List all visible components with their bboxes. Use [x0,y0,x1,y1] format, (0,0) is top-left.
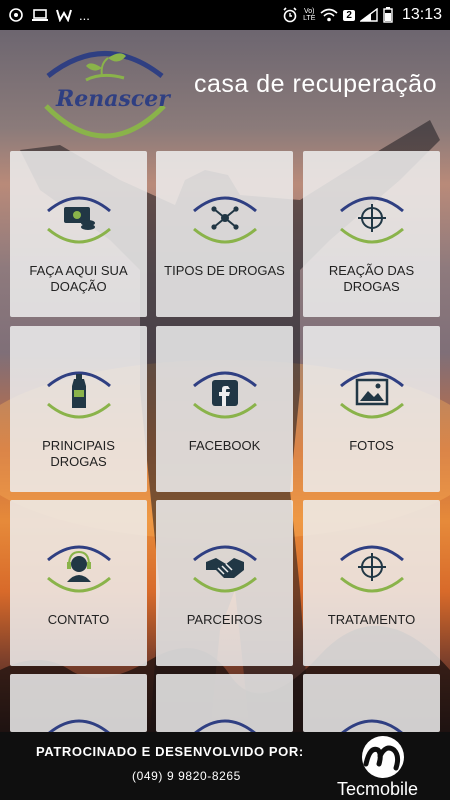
tile-partial-2[interactable] [156,674,293,732]
app-header: Renascer casa de recuperação [0,30,450,142]
bottle-icon [47,371,111,419]
blank-arc-icon [341,719,403,732]
tile-partial-1[interactable] [10,674,147,732]
tile-parceiros[interactable]: PARCEIROS [156,500,293,666]
crosshair-icon [340,196,404,244]
logo-text: Renascer [56,86,170,112]
battery-icon [383,7,393,23]
alarm-icon [283,7,297,23]
tile-label: FOTOS [349,438,394,453]
clock: 13:13 [401,6,442,23]
tile-tratamento[interactable]: TRATAMENTO [303,500,440,666]
tile-fotos[interactable]: FOTOS [303,326,440,492]
tile-contato[interactable]: CONTATO [10,500,147,666]
crosshair-icon [340,545,404,593]
sync-icon [9,8,23,22]
tile-partial-3[interactable] [303,674,440,732]
handshake-icon [193,545,257,593]
tile-label: REAÇÃO DAS DROGAS [328,263,415,294]
tile-tipos-de-drogas[interactable]: TIPOS DE DROGAS [156,151,293,317]
sponsor-footer: PATROCINADO E DESENVOLVIDO POR: (049) 9 … [0,732,450,800]
tile-label: PRINCIPAIS DROGAS [42,438,115,469]
sponsor-phone[interactable]: (049) 9 9820-8265 [132,769,241,783]
money-icon [47,196,111,244]
volte-label: Vo) [303,8,315,15]
laptop-icon [32,9,48,21]
tile-doacao[interactable]: FAÇA AQUI SUA DOAÇÃO [10,151,147,317]
tile-label: TIPOS DE DROGAS [164,263,285,278]
w-logo-icon [56,9,72,22]
tecmobile-logo-icon [362,736,404,778]
status-bar: ... Vo) LTE 2 13:13 [0,0,450,30]
tile-label: FAÇA AQUI SUA DOAÇÃO [29,263,128,294]
tile-facebook[interactable]: FACEBOOK [156,326,293,492]
tile-label: FACEBOOK [188,438,261,453]
facebook-icon [193,371,257,419]
tile-principais-drogas[interactable]: PRINCIPAIS DROGAS [10,326,147,492]
headset-icon [47,545,111,593]
wifi-icon [320,8,338,22]
blank-arc-icon [194,719,256,732]
tile-reacao-das-drogas[interactable]: REAÇÃO DAS DROGAS [303,151,440,317]
app-subtitle: casa de recuperação [194,70,437,98]
tecmobile-brand: Tecmobile [337,779,419,799]
signal-icon [359,8,378,22]
tile-label: TRATAMENTO [327,612,416,627]
tile-label: PARCEIROS [186,612,263,627]
sim-2-badge: 2 [343,9,355,21]
molecule-icon [193,196,257,244]
network-label: LTE [303,15,316,22]
tile-label: CONTATO [47,612,110,627]
sponsor-text: PATROCINADO E DESENVOLVIDO POR: [36,744,304,759]
blank-arc-icon [48,719,110,732]
more-notifications: ... [79,7,90,23]
photo-icon [340,371,404,419]
volte-icon: Vo) LTE [303,8,315,22]
